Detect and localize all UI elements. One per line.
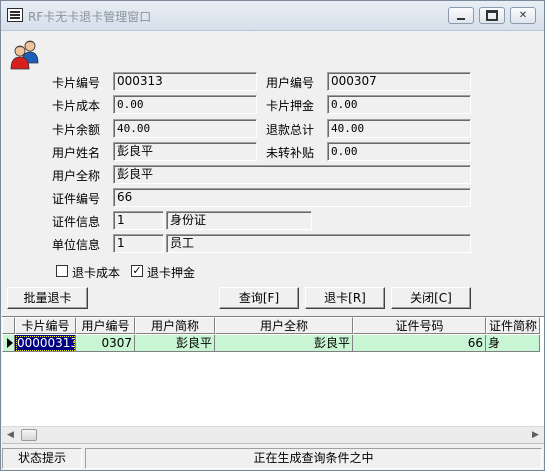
unit-info-label: 单位信息 <box>52 238 101 252</box>
scroll-right-icon[interactable]: ▶ <box>527 427 544 443</box>
id-no-field[interactable]: 66 <box>113 188 471 207</box>
status-message: 正在生成查询条件之中 <box>85 448 542 469</box>
refund-cost-label[interactable]: 退卡成本 <box>72 264 120 281</box>
title-bar[interactable]: RF卡无卡退卡管理窗口 <box>1 1 544 31</box>
card-no-label: 卡片编号 <box>52 76 101 90</box>
column-header[interactable]: 用户编号 <box>76 317 135 334</box>
query-button[interactable]: 查询[F] <box>219 287 299 309</box>
window-menu-icon[interactable] <box>7 8 23 22</box>
status-label: 状态提示 <box>2 448 82 469</box>
card-balance-label: 卡片余额 <box>52 123 101 137</box>
untransferred-subsidy-field[interactable]: 0.00 <box>327 142 471 161</box>
refund-cost-checkbox[interactable] <box>56 265 68 277</box>
card-deposit-field[interactable]: 0.00 <box>327 95 471 114</box>
minimize-button[interactable] <box>448 7 474 24</box>
id-info-label: 证件信息 <box>52 215 101 229</box>
card-cost-label: 卡片成本 <box>52 99 101 113</box>
refund-button[interactable]: 退卡[R] <box>305 287 385 309</box>
id-info-name-field[interactable]: 身份证 <box>166 211 312 230</box>
table-cell[interactable]: 0307 <box>76 335 135 352</box>
close-window-button[interactable] <box>510 7 536 24</box>
unit-info-name-field[interactable]: 员工 <box>166 234 471 253</box>
results-table[interactable]: 卡片编号 用户编号 用户简称 用户全称 证件号码 证件简称 00000313 0… <box>2 316 544 444</box>
refund-deposit-label[interactable]: 退卡押金 <box>147 264 195 281</box>
refund-window: RF卡无卡退卡管理窗口 卡片编号 000313 用户编号 000307 卡片成本… <box>0 0 545 471</box>
scroll-thumb[interactable] <box>21 429 37 441</box>
untransferred-subsidy-label: 未转补贴 <box>266 146 315 160</box>
table-row[interactable]: 00000313 0307 彭良平 彭良平 66 身 <box>2 335 540 352</box>
maximize-button[interactable] <box>479 7 505 24</box>
full-name-field[interactable]: 彭良平 <box>113 165 471 184</box>
column-header[interactable]: 用户全称 <box>215 317 353 334</box>
full-name-label: 用户全称 <box>52 169 101 183</box>
refund-deposit-checkbox[interactable]: ✓ <box>131 265 143 277</box>
window-title: RF卡无卡退卡管理窗口 <box>28 10 152 24</box>
table-cell[interactable]: 彭良平 <box>215 335 353 352</box>
status-bar: 状态提示 正在生成查询条件之中 <box>2 447 544 470</box>
close-button[interactable]: 关闭[C] <box>391 287 471 309</box>
refund-total-label: 退款总计 <box>266 123 315 137</box>
card-cost-field[interactable]: 0.00 <box>113 95 257 114</box>
column-header[interactable]: 卡片编号 <box>15 317 76 334</box>
current-row-icon <box>2 335 15 352</box>
table-cell[interactable]: 身 <box>486 335 540 352</box>
column-header[interactable]: 用户简称 <box>135 317 215 334</box>
card-no-field[interactable]: 000313 <box>113 72 257 91</box>
users-icon <box>10 40 39 70</box>
refund-total-field[interactable]: 40.00 <box>327 119 471 138</box>
horizontal-scrollbar[interactable]: ◀ ▶ <box>2 426 544 443</box>
card-deposit-label: 卡片押金 <box>266 99 315 113</box>
card-balance-field[interactable]: 40.00 <box>113 119 257 138</box>
user-no-field[interactable]: 000307 <box>327 72 471 91</box>
id-info-code-field[interactable]: 1 <box>113 211 164 230</box>
table-cell[interactable]: 00000313 <box>15 335 76 352</box>
row-indicator-header <box>2 317 15 334</box>
table-header: 卡片编号 用户编号 用户简称 用户全称 证件号码 证件简称 <box>2 317 540 334</box>
id-no-label: 证件编号 <box>52 192 101 206</box>
unit-info-code-field[interactable]: 1 <box>113 234 164 253</box>
table-cell[interactable]: 66 <box>353 335 486 352</box>
user-no-label: 用户编号 <box>266 76 315 90</box>
user-name-field[interactable]: 彭良平 <box>113 142 257 161</box>
column-header[interactable]: 证件简称 <box>486 317 540 334</box>
batch-refund-button[interactable]: 批量退卡 <box>7 287 88 309</box>
table-cell[interactable]: 彭良平 <box>135 335 215 352</box>
user-name-label: 用户姓名 <box>52 146 101 160</box>
scroll-left-icon[interactable]: ◀ <box>2 427 19 443</box>
column-header[interactable]: 证件号码 <box>353 317 486 334</box>
